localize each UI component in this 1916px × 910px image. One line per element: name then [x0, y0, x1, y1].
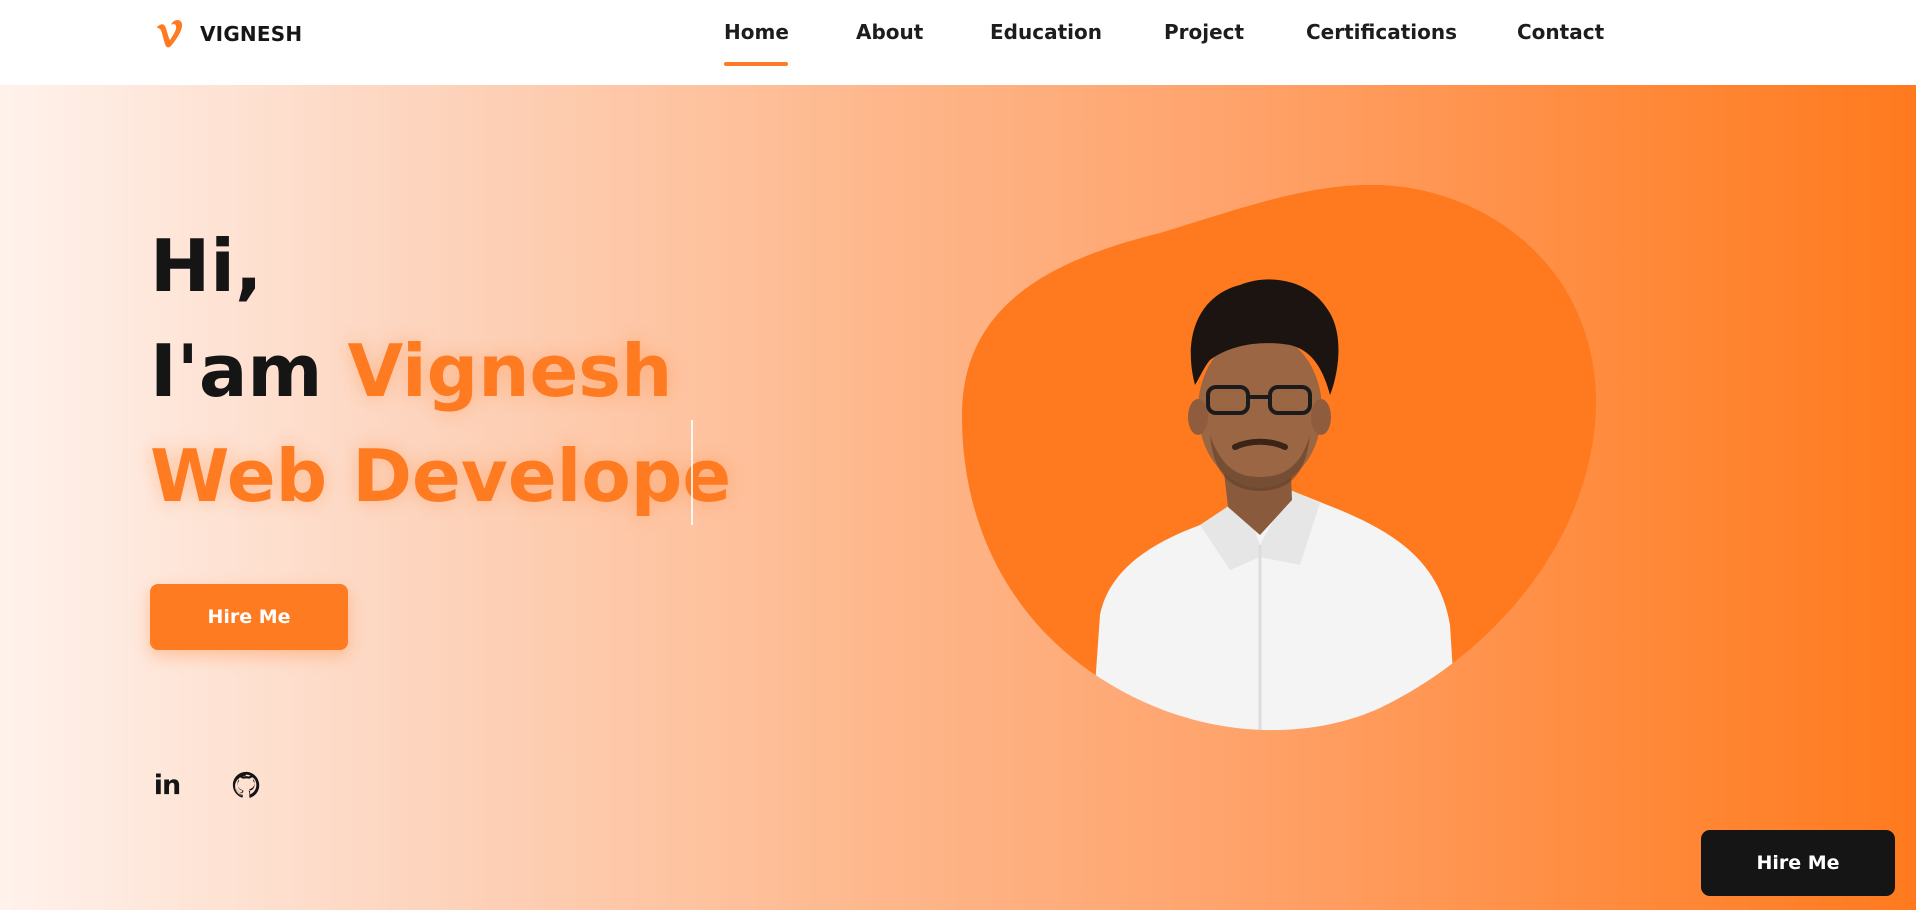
- main-nav: Home About Education Project Certificati…: [0, 20, 1916, 70]
- hero-name: Vignesh: [347, 329, 673, 413]
- active-nav-indicator: [724, 62, 788, 66]
- hero-role-typewriter: Web Develope: [150, 434, 732, 518]
- nav-item-certifications[interactable]: Certifications: [1306, 20, 1457, 44]
- nav-item-about[interactable]: About: [856, 20, 923, 44]
- linkedin-link[interactable]: in: [150, 768, 184, 802]
- profile-photo: [961, 185, 1597, 731]
- hero-intro: I'am Vignesh: [150, 335, 672, 407]
- typing-caret: [691, 420, 693, 525]
- linkedin-icon: in: [153, 769, 182, 801]
- hero-greeting: Hi,: [150, 224, 263, 308]
- nav-item-project[interactable]: Project: [1164, 20, 1244, 44]
- nav-item-contact[interactable]: Contact: [1517, 20, 1604, 44]
- hire-me-button[interactable]: Hire Me: [150, 584, 348, 650]
- floating-hire-me-button[interactable]: Hire Me: [1701, 830, 1895, 896]
- github-link[interactable]: [229, 768, 263, 802]
- nav-item-home[interactable]: Home: [724, 20, 789, 44]
- hero-intro-prefix: I'am: [150, 329, 323, 413]
- nav-item-education[interactable]: Education: [990, 20, 1102, 44]
- hero-section: Hi, I'am Vignesh Web Develope Hire Me in: [0, 85, 1916, 910]
- site-header: VIGNESH Home About Education Project Cer…: [0, 0, 1916, 85]
- github-icon: [232, 771, 260, 798]
